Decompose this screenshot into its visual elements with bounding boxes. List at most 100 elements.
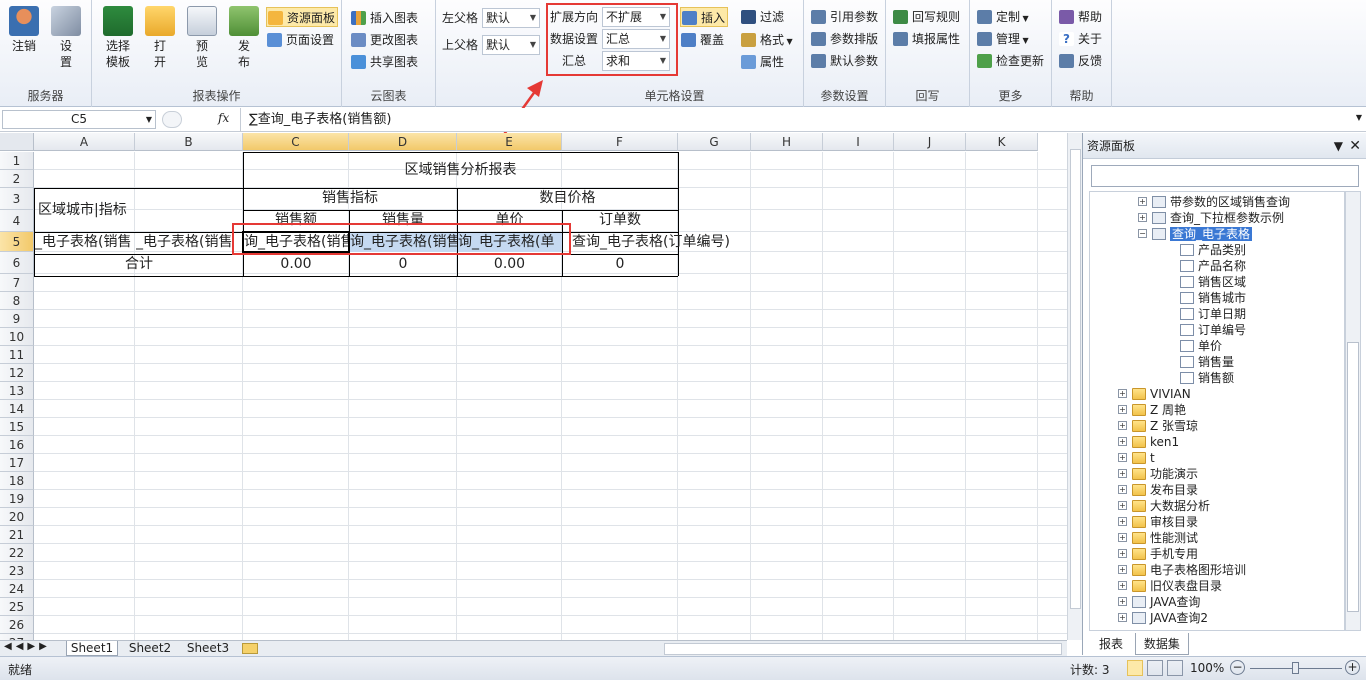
sheet-tab-3[interactable]: Sheet3 bbox=[182, 641, 234, 656]
tree-node[interactable]: 性能测试 bbox=[1132, 530, 1198, 546]
zoom-slider-thumb[interactable] bbox=[1292, 662, 1299, 674]
tree-node[interactable]: 手机专用 bbox=[1132, 546, 1198, 562]
column-header[interactable]: J bbox=[894, 133, 966, 151]
page-layout-icon[interactable] bbox=[1147, 660, 1163, 676]
cell-total-qty[interactable]: 0 bbox=[349, 254, 457, 276]
tree-scrollbar-thumb[interactable] bbox=[1347, 342, 1359, 612]
tree-node[interactable]: JAVA查询 bbox=[1132, 594, 1200, 610]
summary-combo[interactable]: 求和 ▼ bbox=[602, 51, 670, 71]
normal-view-icon[interactable] bbox=[1127, 660, 1143, 676]
column-header[interactable]: A bbox=[34, 133, 135, 151]
chevron-down-icon[interactable]: ▼ bbox=[1356, 113, 1362, 122]
check-update-button[interactable]: 检查更新 bbox=[976, 51, 1044, 71]
cell-sales-indicator[interactable]: 销售指标 bbox=[243, 188, 457, 210]
row-header[interactable]: 4 bbox=[0, 210, 34, 232]
row-header[interactable]: 11 bbox=[0, 346, 34, 364]
column-header[interactable]: H bbox=[751, 133, 823, 151]
formula-input[interactable]: ∑查询_电子表格(销售额) bbox=[240, 108, 1348, 131]
row-header[interactable]: 14 bbox=[0, 400, 34, 418]
panel-tab-dataset[interactable]: 数据集 bbox=[1134, 633, 1189, 655]
tree-node[interactable]: 产品类别 bbox=[1180, 242, 1246, 258]
row-header[interactable]: 25 bbox=[0, 598, 34, 616]
tree-node[interactable]: 销售城市 bbox=[1180, 290, 1246, 306]
row-header[interactable]: 8 bbox=[0, 292, 34, 310]
column-header[interactable]: E bbox=[457, 133, 562, 151]
tree-node[interactable]: 带参数的区域销售查询 bbox=[1152, 194, 1290, 210]
property-button[interactable]: 属性 bbox=[740, 52, 784, 72]
row-header[interactable]: 17 bbox=[0, 454, 34, 472]
panel-search-input[interactable] bbox=[1091, 165, 1359, 187]
panel-tab-report[interactable]: 报表 bbox=[1091, 633, 1131, 654]
left-parent-combo[interactable]: 默认 ▼ bbox=[482, 8, 540, 28]
cell-order-count-header[interactable]: 订单数 bbox=[562, 210, 678, 232]
tree-node[interactable]: 查询_下拉框参数示例 bbox=[1152, 210, 1284, 226]
close-icon[interactable]: ✕ bbox=[1349, 133, 1361, 159]
row-header[interactable]: 22 bbox=[0, 544, 34, 562]
param-layout-button[interactable]: 参数排版 bbox=[810, 29, 878, 49]
row-header[interactable]: 1 bbox=[0, 152, 34, 170]
row-header[interactable]: 23 bbox=[0, 562, 34, 580]
resource-panel-button[interactable]: 资源面板 bbox=[266, 7, 338, 27]
cell-f5[interactable]: 查询_电子表格(订单编号) bbox=[572, 232, 752, 252]
row-header[interactable]: 9 bbox=[0, 310, 34, 328]
sheet-tab-2[interactable]: Sheet2 bbox=[124, 641, 176, 656]
zoom-in-icon[interactable]: + bbox=[1345, 660, 1360, 675]
row-header[interactable]: 6 bbox=[0, 252, 34, 274]
row-header[interactable]: 12 bbox=[0, 364, 34, 382]
column-header[interactable]: G bbox=[678, 133, 751, 151]
column-header[interactable]: I bbox=[823, 133, 894, 151]
page-setup-button[interactable]: 页面设置 bbox=[266, 30, 334, 50]
insert-chart-button[interactable]: 插入图表 bbox=[350, 8, 418, 28]
expand-toggle-icon[interactable]: + bbox=[1118, 389, 1127, 398]
cell-total-sales[interactable]: 0.00 bbox=[243, 254, 349, 276]
publish-button[interactable]: 发布 bbox=[224, 6, 264, 70]
tree-node[interactable]: ken1 bbox=[1132, 434, 1179, 450]
expand-toggle-icon[interactable]: + bbox=[1118, 549, 1127, 558]
tree-node[interactable]: 单价 bbox=[1180, 338, 1222, 354]
expand-toggle-icon[interactable]: + bbox=[1118, 565, 1127, 574]
top-parent-combo[interactable]: 默认 ▼ bbox=[482, 35, 540, 55]
horizontal-scrollbar[interactable] bbox=[664, 643, 1062, 655]
zoom-out-icon[interactable]: − bbox=[1230, 660, 1245, 675]
cell-total-orders[interactable]: 0 bbox=[562, 254, 678, 276]
sheet-nav-arrows[interactable]: ◀◀▶▶ bbox=[4, 641, 51, 652]
row-header[interactable]: 5 bbox=[0, 232, 34, 252]
column-header[interactable]: F bbox=[562, 133, 678, 151]
column-header[interactable]: B bbox=[135, 133, 243, 151]
expand-toggle-icon[interactable]: + bbox=[1118, 469, 1127, 478]
tree-scrollbar[interactable] bbox=[1345, 191, 1361, 631]
cell-total-label[interactable]: 合计 bbox=[35, 254, 243, 276]
expand-toggle-icon[interactable]: + bbox=[1118, 405, 1127, 414]
tree-node[interactable]: Z 周艳 bbox=[1132, 402, 1186, 418]
expand-toggle-icon[interactable]: − bbox=[1138, 229, 1147, 238]
row-header[interactable]: 15 bbox=[0, 418, 34, 436]
formula-cancel-button[interactable] bbox=[162, 111, 182, 128]
tree-node[interactable]: t bbox=[1132, 450, 1155, 466]
logout-button[interactable]: 注销 bbox=[4, 6, 44, 54]
column-header[interactable]: C bbox=[243, 133, 349, 151]
fx-button[interactable]: fx bbox=[218, 111, 229, 125]
row-header[interactable]: 20 bbox=[0, 508, 34, 526]
tree-node[interactable]: 大数据分析 bbox=[1132, 498, 1210, 514]
tree-node[interactable]: 电子表格图形培训 bbox=[1132, 562, 1246, 578]
cell-count-price[interactable]: 数目价格 bbox=[457, 188, 678, 210]
tree-node[interactable]: 销售额 bbox=[1180, 370, 1234, 386]
select-all-corner[interactable] bbox=[0, 133, 34, 151]
spreadsheet-grid[interactable]: ABCDEFGHIJK 1 2 3 4 5 6 7 8 9 10 11 12 13 14 15 16 17 18 1… bbox=[0, 133, 1067, 640]
row-header[interactable]: 26 bbox=[0, 616, 34, 634]
row-header[interactable]: 21 bbox=[0, 526, 34, 544]
preview-button[interactable]: 预览 bbox=[182, 6, 222, 70]
dropdown-icon[interactable]: ▼ bbox=[1334, 133, 1343, 159]
tree-node[interactable]: 订单编号 bbox=[1180, 322, 1246, 338]
row-header[interactable]: 7 bbox=[0, 274, 34, 292]
row-header[interactable]: 24 bbox=[0, 580, 34, 598]
fill-props-button[interactable]: 填报属性 bbox=[892, 29, 960, 49]
expand-direction-combo[interactable]: 不扩展 ▼ bbox=[602, 7, 670, 27]
expand-toggle-icon[interactable]: + bbox=[1118, 485, 1127, 494]
name-box[interactable]: C5 ▼ bbox=[2, 110, 156, 129]
expand-toggle-icon[interactable]: + bbox=[1138, 197, 1147, 206]
cell-title[interactable]: 区域销售分析报表 bbox=[243, 152, 678, 188]
writeback-rules-button[interactable]: 回写规则 bbox=[892, 7, 960, 27]
column-header[interactable]: D bbox=[349, 133, 457, 151]
expand-toggle-icon[interactable]: + bbox=[1118, 453, 1127, 462]
